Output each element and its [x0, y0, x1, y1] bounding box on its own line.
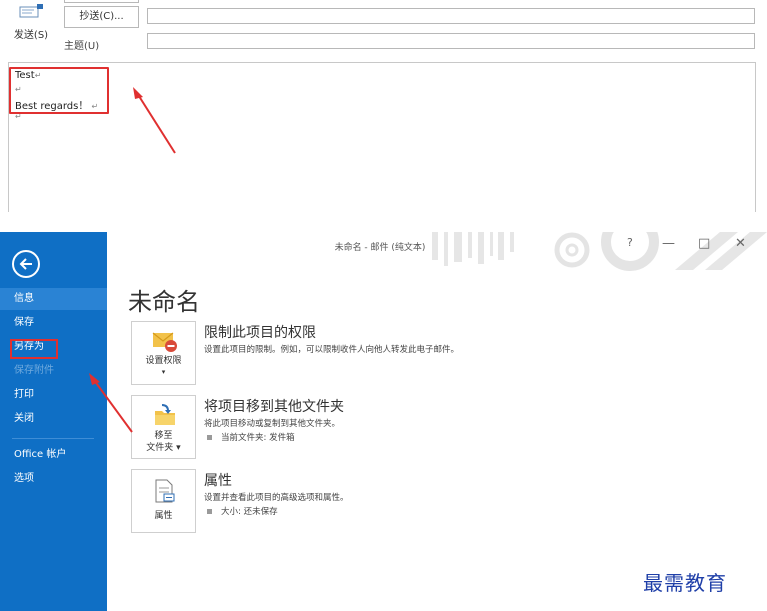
move-to-folder-button[interactable]: 移至 文件夹 ▾ — [131, 395, 196, 459]
permissions-title: 限制此项目的权限 — [204, 325, 316, 341]
bullet-icon — [207, 509, 212, 514]
properties-desc: 设置并查看此项目的高级选项和属性。 — [204, 493, 349, 503]
properties-button[interactable]: 属性 — [131, 469, 196, 533]
highlight-box-body — [9, 67, 109, 114]
subject-field[interactable] — [147, 33, 755, 49]
page-title: 未命名 — [128, 288, 200, 316]
watermark: 最需教育 — [643, 571, 727, 595]
size-info: 大小: 还未保存 — [207, 505, 278, 517]
set-permissions-button[interactable]: 设置权限 ▾ — [131, 321, 196, 385]
nav-office-account[interactable]: Office 帐户 — [0, 444, 107, 466]
back-arrow-icon — [19, 258, 32, 270]
properties-title: 属性 — [204, 473, 232, 489]
nav-info[interactable]: 信息 — [0, 288, 107, 310]
properties-document-icon — [155, 479, 175, 503]
send-icon — [19, 4, 43, 18]
backstage-view: 信息 保存 另存为 保存附件 打印 关闭 Office 帐户 选项 未命名 - … — [0, 232, 767, 611]
minimize-button[interactable]: — — [662, 236, 675, 251]
properties-label: 属性 — [154, 511, 173, 521]
window-title: 未命名 - 邮件 (纯文本) — [334, 243, 426, 253]
annotation-arrow-body — [133, 87, 176, 154]
compose-window: 发送(S) 抄送(C)... 主题(U) Test↵ ↵ Best regard… — [0, 0, 767, 212]
back-button[interactable] — [12, 250, 40, 278]
nav-options[interactable]: 选项 — [0, 468, 107, 490]
nav-save[interactable]: 保存 — [0, 312, 107, 334]
to-button-edge[interactable] — [64, 0, 139, 3]
title-bar-decoration — [432, 232, 767, 271]
folder-move-icon — [155, 404, 175, 425]
dropdown-caret-icon: ▾ — [161, 368, 166, 376]
highlight-box-save-as — [10, 339, 58, 359]
send-label: 发送(S) — [13, 30, 49, 41]
subject-label: 主题(U) — [64, 41, 100, 52]
send-button[interactable]: 发送(S) — [6, 0, 56, 52]
maximize-button[interactable]: □ — [698, 236, 710, 251]
current-folder-info: 当前文件夹: 发件箱 — [207, 431, 295, 443]
move-title: 将项目移到其他文件夹 — [204, 399, 344, 415]
move-desc: 将此项目移动或复制到其他文件夹。 — [204, 419, 341, 429]
cc-field[interactable] — [147, 8, 755, 24]
permissions-desc: 设置此项目的限制。例如，可以限制收件人向他人转发此电子邮件。 — [204, 345, 460, 355]
close-button[interactable]: ✕ — [735, 236, 746, 251]
annotation-arrow-save-as — [89, 373, 133, 433]
message-body[interactable]: Test↵ ↵ Best regards！ ↵ ↵ — [8, 62, 756, 212]
cc-button[interactable]: 抄送(C)... — [64, 6, 139, 28]
folder-label: 文件夹 ▾ — [146, 443, 181, 453]
bullet-icon — [207, 435, 212, 440]
move-to-label: 移至 — [154, 431, 173, 441]
help-button[interactable]: ? — [627, 236, 633, 249]
envelope-restrict-icon — [152, 332, 177, 352]
